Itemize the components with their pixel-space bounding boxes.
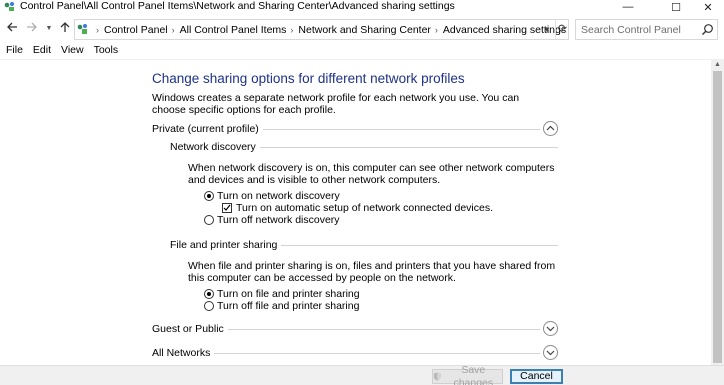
radio-button[interactable] bbox=[204, 215, 214, 225]
address-bar[interactable]: › Control Panel › All Control Panel Item… bbox=[74, 19, 569, 40]
file-printer-sharing-label: File and printer sharing bbox=[170, 238, 282, 252]
breadcrumb: › Control Panel › All Control Panel Item… bbox=[92, 20, 566, 39]
section-guest-public[interactable]: Guest or Public bbox=[152, 321, 560, 338]
breadcrumb-all-items[interactable]: All Control Panel Items bbox=[180, 24, 287, 36]
option-label: Turn on automatic setup of network conne… bbox=[236, 202, 494, 214]
refresh-icon[interactable]: ⟳ bbox=[555, 20, 569, 39]
maximize-button[interactable]: ☐ bbox=[660, 0, 692, 14]
breadcrumb-network-sharing-center[interactable]: Network and Sharing Center bbox=[298, 24, 431, 36]
main-content: Change sharing options for different net… bbox=[0, 59, 711, 365]
divider bbox=[202, 353, 540, 354]
search-input[interactable] bbox=[576, 20, 698, 39]
minimize-button[interactable]: — bbox=[612, 0, 644, 14]
breadcrumb-control-panel[interactable]: Control Panel bbox=[104, 24, 168, 36]
radio-button-selected[interactable] bbox=[204, 191, 214, 201]
up-arrow-icon[interactable] bbox=[57, 20, 73, 38]
window-title: Control Panel\All Control Panel Items\Ne… bbox=[20, 0, 455, 12]
menu-view[interactable]: View bbox=[56, 42, 89, 58]
title-bar: Control Panel\All Control Panel Items\Ne… bbox=[0, 0, 724, 14]
section-all-networks-label: All Networks bbox=[152, 346, 215, 360]
section-guest-public-label: Guest or Public bbox=[152, 322, 228, 336]
back-arrow-icon[interactable] bbox=[4, 20, 20, 38]
menu-bar: File Edit View Tools bbox=[0, 42, 724, 58]
expand-chevron-down-icon[interactable] bbox=[543, 345, 558, 360]
footer-bar: Save changes Cancel bbox=[0, 364, 724, 385]
radio-turn-off-network-discovery[interactable]: Turn off network discovery bbox=[204, 214, 340, 226]
divider bbox=[260, 245, 558, 246]
network-discovery-description: When network discovery is on, this compu… bbox=[188, 162, 555, 186]
divider bbox=[240, 129, 540, 130]
control-panel-icon bbox=[77, 24, 87, 34]
subsection-network-discovery: Network discovery bbox=[170, 140, 560, 154]
search-icon[interactable] bbox=[701, 23, 714, 36]
network-discovery-label: Network discovery bbox=[170, 140, 260, 154]
scroll-up-arrow-icon[interactable]: ▲ bbox=[711, 59, 724, 71]
radio-button-selected[interactable] bbox=[204, 289, 214, 299]
search-box[interactable] bbox=[575, 19, 718, 40]
radio-turn-on-network-discovery[interactable]: Turn on network discovery bbox=[204, 190, 340, 202]
breadcrumb-separator-icon: › bbox=[96, 24, 99, 35]
radio-turn-on-file-sharing[interactable]: Turn on file and printer sharing bbox=[204, 288, 360, 300]
save-changes-button[interactable]: Save changes bbox=[432, 364, 503, 385]
menu-tools[interactable]: Tools bbox=[89, 42, 124, 58]
option-label: Turn off network discovery bbox=[217, 214, 340, 226]
section-all-networks[interactable]: All Networks bbox=[152, 345, 560, 362]
close-button[interactable]: ✕ bbox=[692, 0, 724, 14]
checkbox-checked[interactable] bbox=[222, 203, 232, 213]
breadcrumb-separator-icon[interactable]: › bbox=[290, 25, 293, 35]
radio-button[interactable] bbox=[204, 301, 214, 311]
menu-file[interactable]: File bbox=[0, 42, 28, 58]
checkbox-auto-setup-devices[interactable]: Turn on automatic setup of network conne… bbox=[222, 202, 493, 214]
vertical-scrollbar[interactable]: ▲ bbox=[711, 59, 724, 365]
option-label: Turn on file and printer sharing bbox=[217, 288, 360, 300]
save-changes-label: Save changes bbox=[453, 363, 494, 385]
page-title: Change sharing options for different net… bbox=[152, 71, 465, 86]
section-private-label: Private (current profile) bbox=[152, 122, 263, 136]
navigation-bar: ▼ › Control Panel › All Control Panel It… bbox=[0, 17, 724, 41]
cancel-button[interactable]: Cancel bbox=[510, 369, 563, 384]
subsection-file-printer-sharing: File and printer sharing bbox=[170, 238, 560, 252]
menu-edit[interactable]: Edit bbox=[28, 42, 56, 58]
breadcrumb-separator-icon[interactable]: › bbox=[435, 25, 438, 35]
radio-turn-off-file-sharing[interactable]: Turn off file and printer sharing bbox=[204, 300, 359, 312]
recent-locations-chevron-icon[interactable]: ▼ bbox=[41, 20, 57, 38]
collapse-chevron-up-icon[interactable] bbox=[543, 121, 558, 136]
address-dropdown-icon[interactable]: ▼ bbox=[541, 20, 553, 39]
breadcrumb-separator-icon[interactable]: › bbox=[172, 25, 175, 35]
divider bbox=[242, 147, 558, 148]
intro-text: Windows creates a separate network profi… bbox=[152, 92, 520, 116]
option-label: Turn on network discovery bbox=[217, 190, 340, 202]
control-panel-icon bbox=[4, 2, 14, 11]
forward-arrow-icon[interactable] bbox=[24, 20, 40, 38]
option-label: Turn off file and printer sharing bbox=[217, 300, 360, 312]
file-printer-sharing-description: When file and printer sharing is on, fil… bbox=[188, 260, 556, 284]
scrollbar-thumb[interactable] bbox=[713, 71, 722, 363]
section-private[interactable]: Private (current profile) bbox=[152, 121, 560, 138]
divider bbox=[212, 329, 540, 330]
expand-chevron-down-icon[interactable] bbox=[543, 321, 558, 336]
shield-icon bbox=[433, 372, 441, 381]
